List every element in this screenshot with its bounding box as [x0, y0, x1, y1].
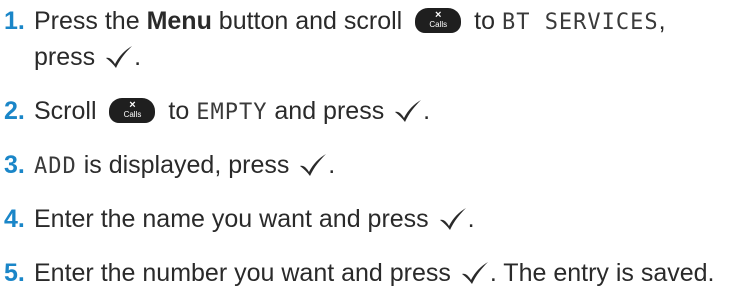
step-text-part: .: [328, 151, 336, 179]
calls-scroll-key-icon: × Calls: [415, 8, 462, 33]
step-text: press .: [34, 40, 141, 74]
display-text: ADD: [34, 154, 77, 179]
step-text: Press the Menu button and scroll × Calls…: [34, 4, 666, 40]
step-text-part: Scroll: [34, 97, 97, 125]
step-number: 3.: [4, 151, 25, 179]
step-text-part: to: [161, 97, 197, 125]
step-text-part: to: [467, 7, 502, 35]
check-mark-icon: [395, 100, 422, 122]
step-number: 2.: [4, 97, 25, 125]
step-text-part: .: [423, 97, 431, 125]
key-label: Calls: [123, 110, 142, 119]
step-text-part: ,: [658, 7, 666, 35]
step-text-part: button and scroll: [211, 7, 403, 35]
step-text: ADD is displayed, press .: [34, 148, 335, 184]
step-text: Enter the number you want and press . Th…: [34, 256, 715, 290]
step-number: 5.: [4, 259, 25, 287]
calls-scroll-key-icon: × Calls: [109, 98, 156, 123]
step-text-part: . The entry is saved.: [489, 259, 715, 287]
display-text: EMPTY: [196, 100, 268, 125]
check-mark-icon: [106, 46, 133, 68]
step-text: Enter the name you want and press .: [34, 202, 475, 236]
display-text: BT SERVICES: [501, 10, 659, 35]
instruction-steps: 1. Press the Menu button and scroll × Ca…: [0, 0, 751, 299]
check-mark-icon: [439, 208, 466, 230]
step-number: 4.: [4, 205, 25, 233]
step-text-part: Press the: [34, 7, 147, 35]
step-text-part: press: [34, 43, 103, 71]
menu-keyword: Menu: [146, 7, 212, 35]
step-number: 1.: [4, 7, 25, 35]
step-text-part: .: [467, 205, 475, 233]
step-text-part: and press: [267, 97, 392, 125]
step-text-part: Enter the number you want and press: [34, 259, 458, 287]
check-mark-icon: [461, 262, 488, 284]
key-label: Calls: [429, 20, 448, 29]
step-text-part: Enter the name you want and press: [34, 205, 436, 233]
step-text-part: is displayed, press: [76, 151, 297, 179]
check-mark-icon: [300, 154, 327, 176]
step-text: Scroll × Calls to EMPTY and press .: [34, 94, 430, 130]
step-text-part: .: [134, 43, 142, 71]
